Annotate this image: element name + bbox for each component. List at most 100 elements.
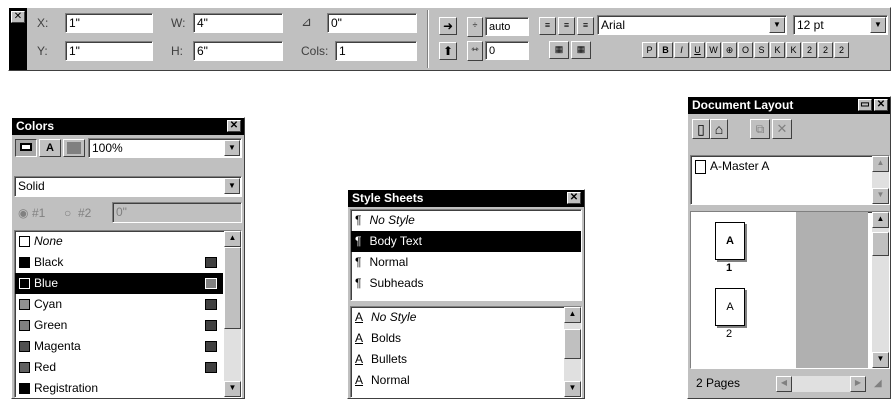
arrow-right-icon[interactable]: ➜ — [439, 17, 457, 35]
style-bold-button[interactable]: B — [658, 42, 673, 58]
color-item-red[interactable]: Red — [15, 357, 223, 378]
page-thumbnail[interactable]: A — [715, 288, 745, 326]
duplicate-icon[interactable]: ⧉ — [750, 119, 770, 139]
color-list: None Black Blue Cyan Green Magenta Red R… — [14, 230, 242, 398]
style-smallcaps-button[interactable]: K — [786, 42, 801, 58]
paragraph-style-item[interactable]: ¶ No Style — [351, 210, 581, 231]
y-field[interactable]: 1" — [65, 41, 153, 61]
text-color-icon[interactable]: A — [39, 139, 61, 157]
close-icon[interactable]: ✕ — [567, 192, 581, 204]
style-underline-button[interactable]: U — [690, 42, 705, 58]
character-style-item[interactable]: A No Style — [351, 307, 559, 328]
blank-facing-page-icon[interactable]: ⌂ — [710, 119, 728, 139]
tracking-field[interactable]: 0 — [485, 41, 529, 60]
horizontal-scroll-track[interactable] — [792, 376, 850, 392]
w-field[interactable]: 4" — [193, 13, 283, 33]
align-left-icon[interactable]: ≡ — [539, 17, 556, 35]
arrow-up-icon[interactable]: ⬆ — [439, 42, 457, 60]
close-icon[interactable]: ✕ — [227, 120, 241, 132]
style-caps-button[interactable]: K — [770, 42, 785, 58]
close-icon[interactable]: ✕ — [874, 99, 888, 111]
angle-field[interactable]: 0" — [327, 13, 417, 33]
chevron-down-icon[interactable]: ▼ — [769, 17, 785, 33]
style-superscript-button[interactable]: 2 — [802, 42, 817, 58]
delete-icon[interactable]: ✕ — [772, 119, 792, 139]
scroll-down-icon[interactable]: ▼ — [872, 352, 889, 368]
character-style-item[interactable]: A Normal — [351, 370, 559, 391]
master-page-item[interactable]: A-Master A — [691, 156, 869, 177]
character-style-item[interactable]: A Bolds — [351, 328, 559, 349]
master-pages-scrollbar[interactable]: ▲ ▼ — [872, 156, 889, 204]
style-superior-button[interactable]: 2 — [834, 42, 849, 58]
blend-radio-2-icon[interactable]: ○ — [64, 206, 71, 220]
scroll-up-icon[interactable]: ▲ — [224, 231, 241, 247]
font-select[interactable]: Arial ▼ — [597, 15, 787, 35]
align-justify-icon[interactable]: ▦ — [549, 41, 569, 59]
style-strike-button[interactable]: ⊕ — [722, 42, 737, 58]
style-italic-button[interactable]: I — [674, 42, 689, 58]
scroll-thumb[interactable] — [872, 232, 889, 256]
character-style-item[interactable]: A Bullets — [351, 349, 559, 370]
color-item-black[interactable]: Black — [15, 252, 223, 273]
align-center-icon[interactable]: ≡ — [558, 17, 575, 35]
chevron-down-icon[interactable]: ▼ — [224, 140, 240, 156]
style-shadow-button[interactable]: S — [754, 42, 769, 58]
colors-titlebar[interactable]: Colors ✕ — [12, 118, 244, 135]
size-select[interactable]: 12 pt ▼ — [793, 15, 888, 35]
color-item-magenta[interactable]: Magenta — [15, 336, 223, 357]
document-layout-titlebar[interactable]: Document Layout ▭ ✕ — [688, 97, 890, 114]
style-word-underline-button[interactable]: W — [706, 42, 721, 58]
color-item-blue[interactable]: Blue — [15, 273, 223, 294]
scroll-down-icon[interactable]: ▼ — [564, 381, 581, 397]
style-subscript-button[interactable]: 2 — [818, 42, 833, 58]
scroll-thumb[interactable] — [224, 247, 241, 329]
blend-angle-field[interactable]: 0" — [112, 202, 242, 223]
color-item-none[interactable]: None — [15, 231, 223, 252]
shade-select[interactable]: 100% ▼ — [88, 138, 242, 158]
leading-field[interactable]: auto — [485, 17, 529, 36]
x-field[interactable]: 1" — [65, 13, 153, 33]
resize-grip-icon[interactable]: ◢ — [874, 378, 882, 389]
maximize-icon[interactable]: ▭ — [858, 99, 872, 111]
scroll-up-icon[interactable]: ▲ — [564, 307, 581, 323]
paragraph-style-item[interactable]: ¶ Subheads — [351, 273, 581, 294]
color-item-registration[interactable]: Registration — [15, 378, 223, 399]
chevron-down-icon[interactable]: ▼ — [870, 17, 886, 33]
h-field[interactable]: 6" — [193, 41, 283, 61]
leading-stepper-icon[interactable]: ÷ — [467, 17, 483, 37]
page-area-scrollbar[interactable]: ▲ ▼ — [872, 212, 889, 368]
align-right-icon[interactable]: ≡ — [577, 17, 594, 35]
paragraph-style-item[interactable]: ¶ Body Text — [351, 231, 581, 252]
color-item-green[interactable]: Green — [15, 315, 223, 336]
close-icon[interactable]: ✕ — [11, 11, 25, 23]
scroll-down-icon[interactable]: ▼ — [872, 188, 889, 204]
blank-single-page-icon[interactable]: ▯ — [692, 119, 710, 139]
background-color-icon[interactable] — [63, 139, 85, 157]
scroll-up-icon[interactable]: ▲ — [872, 156, 889, 172]
color-item-cyan[interactable]: Cyan — [15, 294, 223, 315]
page-thumbnail[interactable]: A — [715, 222, 745, 260]
color-swatch — [19, 278, 30, 290]
frame-color-icon[interactable] — [15, 139, 37, 157]
blend-radio-1-icon[interactable]: ◉ — [18, 206, 28, 220]
tracking-stepper-icon[interactable]: ⇿ — [467, 41, 483, 61]
scroll-right-icon[interactable]: ▶ — [850, 376, 866, 392]
character-styles-scrollbar[interactable]: ▲ ▼ — [564, 307, 581, 397]
paragraph-style-item[interactable]: ¶ Normal — [351, 252, 581, 273]
scroll-up-icon[interactable]: ▲ — [872, 212, 889, 228]
cols-field[interactable]: 1 — [335, 41, 417, 61]
spot-color-icon — [205, 362, 217, 373]
spot-color-icon — [205, 278, 217, 289]
scroll-thumb[interactable] — [564, 329, 581, 359]
divider — [427, 10, 429, 68]
scroll-down-icon[interactable]: ▼ — [224, 381, 241, 397]
chevron-down-icon[interactable]: ▼ — [224, 178, 240, 194]
style-outline-button[interactable]: O — [738, 42, 753, 58]
scroll-left-icon[interactable]: ◀ — [776, 376, 792, 392]
fill-style-select[interactable]: Solid ▼ — [14, 176, 242, 197]
align-force-icon[interactable]: ▦ — [571, 41, 591, 59]
color-list-scrollbar[interactable]: ▲ ▼ — [224, 231, 241, 397]
measurements-titlebar[interactable]: ✕ — [9, 8, 27, 70]
style-sheets-titlebar[interactable]: Style Sheets ✕ — [348, 190, 584, 207]
style-plain-button[interactable]: P — [642, 42, 657, 58]
